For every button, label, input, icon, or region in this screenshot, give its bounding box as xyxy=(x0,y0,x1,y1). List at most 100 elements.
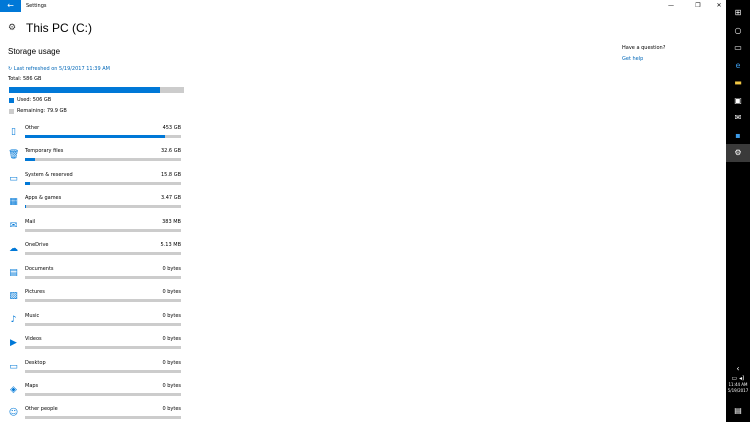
category-usage-bar-fill xyxy=(25,158,35,162)
category-size: 0 bytes xyxy=(162,406,181,413)
category-row[interactable]: ☁ OneDrive 5.13 MB xyxy=(0,239,200,262)
category-row[interactable]: 🗑 Temporary files 32.6 GB xyxy=(0,145,200,168)
total-storage: Total: 586 GB xyxy=(8,76,42,82)
notifications-icon[interactable]: ▤ xyxy=(726,402,750,420)
minimize-icon: — xyxy=(668,2,674,9)
maps-icon: ◈ xyxy=(10,384,17,395)
category-name: Music xyxy=(25,312,40,319)
remaining-label: Remaining: 79.9 GB xyxy=(17,108,67,114)
category-size: 5.13 MB xyxy=(160,242,181,249)
category-row[interactable]: ▭ System & reserved 15.8 GB xyxy=(0,169,200,192)
file-explorer-icon[interactable]: ▬ xyxy=(726,74,750,92)
category-size: 383 MB xyxy=(162,218,181,225)
section-title: Storage usage xyxy=(8,47,61,56)
category-row[interactable]: ▨ Pictures 0 bytes xyxy=(0,286,200,309)
category-usage-bar-fill xyxy=(25,135,165,138)
used-swatch xyxy=(9,98,14,103)
category-usage-bar xyxy=(25,135,181,138)
legend-used: Used: 506 GB xyxy=(9,97,51,104)
clock-date: 5/19/2017 xyxy=(727,388,749,393)
close-icon: ✕ xyxy=(716,2,722,9)
category-usage-bar xyxy=(25,322,181,326)
category-usage-bar xyxy=(25,275,181,279)
category-row[interactable]: ♪ Music 0 bytes xyxy=(0,310,200,333)
category-usage-bar xyxy=(25,228,181,232)
category-usage-bar xyxy=(25,181,181,185)
cortana-icon[interactable]: ○ xyxy=(726,22,750,40)
category-row[interactable]: ◈ Maps 0 bytes xyxy=(0,380,200,403)
documents-icon: ▤ xyxy=(9,267,18,278)
start-icon[interactable]: ⊞ xyxy=(726,4,750,22)
category-size: 0 bytes xyxy=(162,312,181,319)
settings-app-icon[interactable]: ⚙ xyxy=(726,144,750,162)
edge-icon[interactable]: e xyxy=(726,57,750,75)
maximize-button[interactable]: ❐ xyxy=(687,0,709,12)
category-row[interactable]: ▯ Other 453 GB xyxy=(0,122,200,145)
category-size: 32.6 GB xyxy=(160,148,181,155)
category-name: Mail xyxy=(25,218,36,225)
back-button[interactable]: ← xyxy=(0,0,21,12)
used-label: Used: 506 GB xyxy=(17,97,52,103)
category-name: Apps & games xyxy=(25,195,62,202)
category-row[interactable]: ▶ Videos 0 bytes xyxy=(0,333,200,356)
taskbar-clock[interactable]: 11:44 AM 5/19/2017 xyxy=(726,382,750,394)
title-bar: ← Settings — ❐ ✕ xyxy=(0,0,726,12)
category-row[interactable]: ▭ Desktop 0 bytes xyxy=(0,357,200,380)
category-row[interactable]: ✉ Mail 383 MB xyxy=(0,216,200,239)
category-size: 15.8 GB xyxy=(160,171,181,178)
category-name: Documents xyxy=(25,265,54,272)
category-size: 0 bytes xyxy=(162,336,181,343)
pictures-icon: ▨ xyxy=(9,291,18,302)
laptop-icon: ▭ xyxy=(9,173,18,184)
category-row[interactable]: ▦ Apps & games 3.47 GB xyxy=(0,192,200,215)
category-usage-bar xyxy=(25,392,181,396)
back-arrow-icon: ← xyxy=(7,1,14,10)
page-title: This PC (C:) xyxy=(26,21,92,35)
category-row[interactable]: ▤ Documents 0 bytes xyxy=(0,263,200,286)
legend-remaining: Remaining: 79.9 GB xyxy=(9,108,67,115)
category-size: 0 bytes xyxy=(162,382,181,389)
desktop-icon: ▭ xyxy=(9,361,18,372)
gear-icon: ⚙ xyxy=(8,23,17,33)
category-size: 3.47 GB xyxy=(160,195,181,202)
apps-icon: ▦ xyxy=(9,197,18,208)
remaining-swatch xyxy=(9,109,14,114)
category-name: OneDrive xyxy=(25,242,49,249)
restore-icon: ❐ xyxy=(695,2,701,9)
category-name: Desktop xyxy=(25,359,46,366)
outlook-icon[interactable]: ▪ xyxy=(726,127,750,145)
storage-usage-bar xyxy=(9,87,184,93)
category-name: Other people xyxy=(25,406,58,413)
category-usage-bar-fill xyxy=(25,181,30,185)
category-usage-bar xyxy=(25,158,181,162)
help-question: Have a question? xyxy=(622,45,666,51)
mail-icon: ✉ xyxy=(9,220,18,231)
window-title: Settings xyxy=(26,3,47,9)
category-name: System & reserved xyxy=(25,171,73,178)
category-name: Other xyxy=(25,125,40,131)
category-usage-bar xyxy=(25,416,181,420)
category-size: 453 GB xyxy=(162,125,181,131)
minimize-button[interactable]: — xyxy=(660,0,682,12)
cloud-icon: ☁ xyxy=(9,244,18,255)
category-usage-bar xyxy=(25,205,181,209)
storage-usage-bar-fill xyxy=(9,87,161,93)
category-size: 0 bytes xyxy=(162,265,181,272)
people-icon: ☺ xyxy=(8,408,19,419)
video-icon: ▶ xyxy=(10,338,17,349)
category-name: Videos xyxy=(25,336,42,343)
category-usage-bar xyxy=(25,299,181,303)
category-usage-bar xyxy=(25,346,181,350)
refresh-link[interactable]: ↻ Last refreshed on 5/19/2017 11:39 AM xyxy=(8,66,110,73)
get-help-link[interactable]: Get help xyxy=(622,56,643,63)
category-usage-bar xyxy=(25,252,181,256)
taskbar: ‹ ▭ ◂) 11:44 AM 5/19/2017 ▤ ⊞ ○ ▭ e ▬ ▣ ✉ ▪ ⚙ xyxy=(726,0,750,422)
category-name: Pictures xyxy=(25,289,45,296)
category-row[interactable]: ☺ Other people 0 bytes xyxy=(0,403,200,422)
category-size: 0 bytes xyxy=(162,289,181,296)
store-icon[interactable]: ▣ xyxy=(726,92,750,110)
mail-app-icon[interactable]: ✉ xyxy=(726,109,750,127)
trash-icon: 🗑 xyxy=(8,150,20,161)
category-name: Temporary files xyxy=(25,148,64,155)
task-view-icon[interactable]: ▭ xyxy=(726,39,750,57)
